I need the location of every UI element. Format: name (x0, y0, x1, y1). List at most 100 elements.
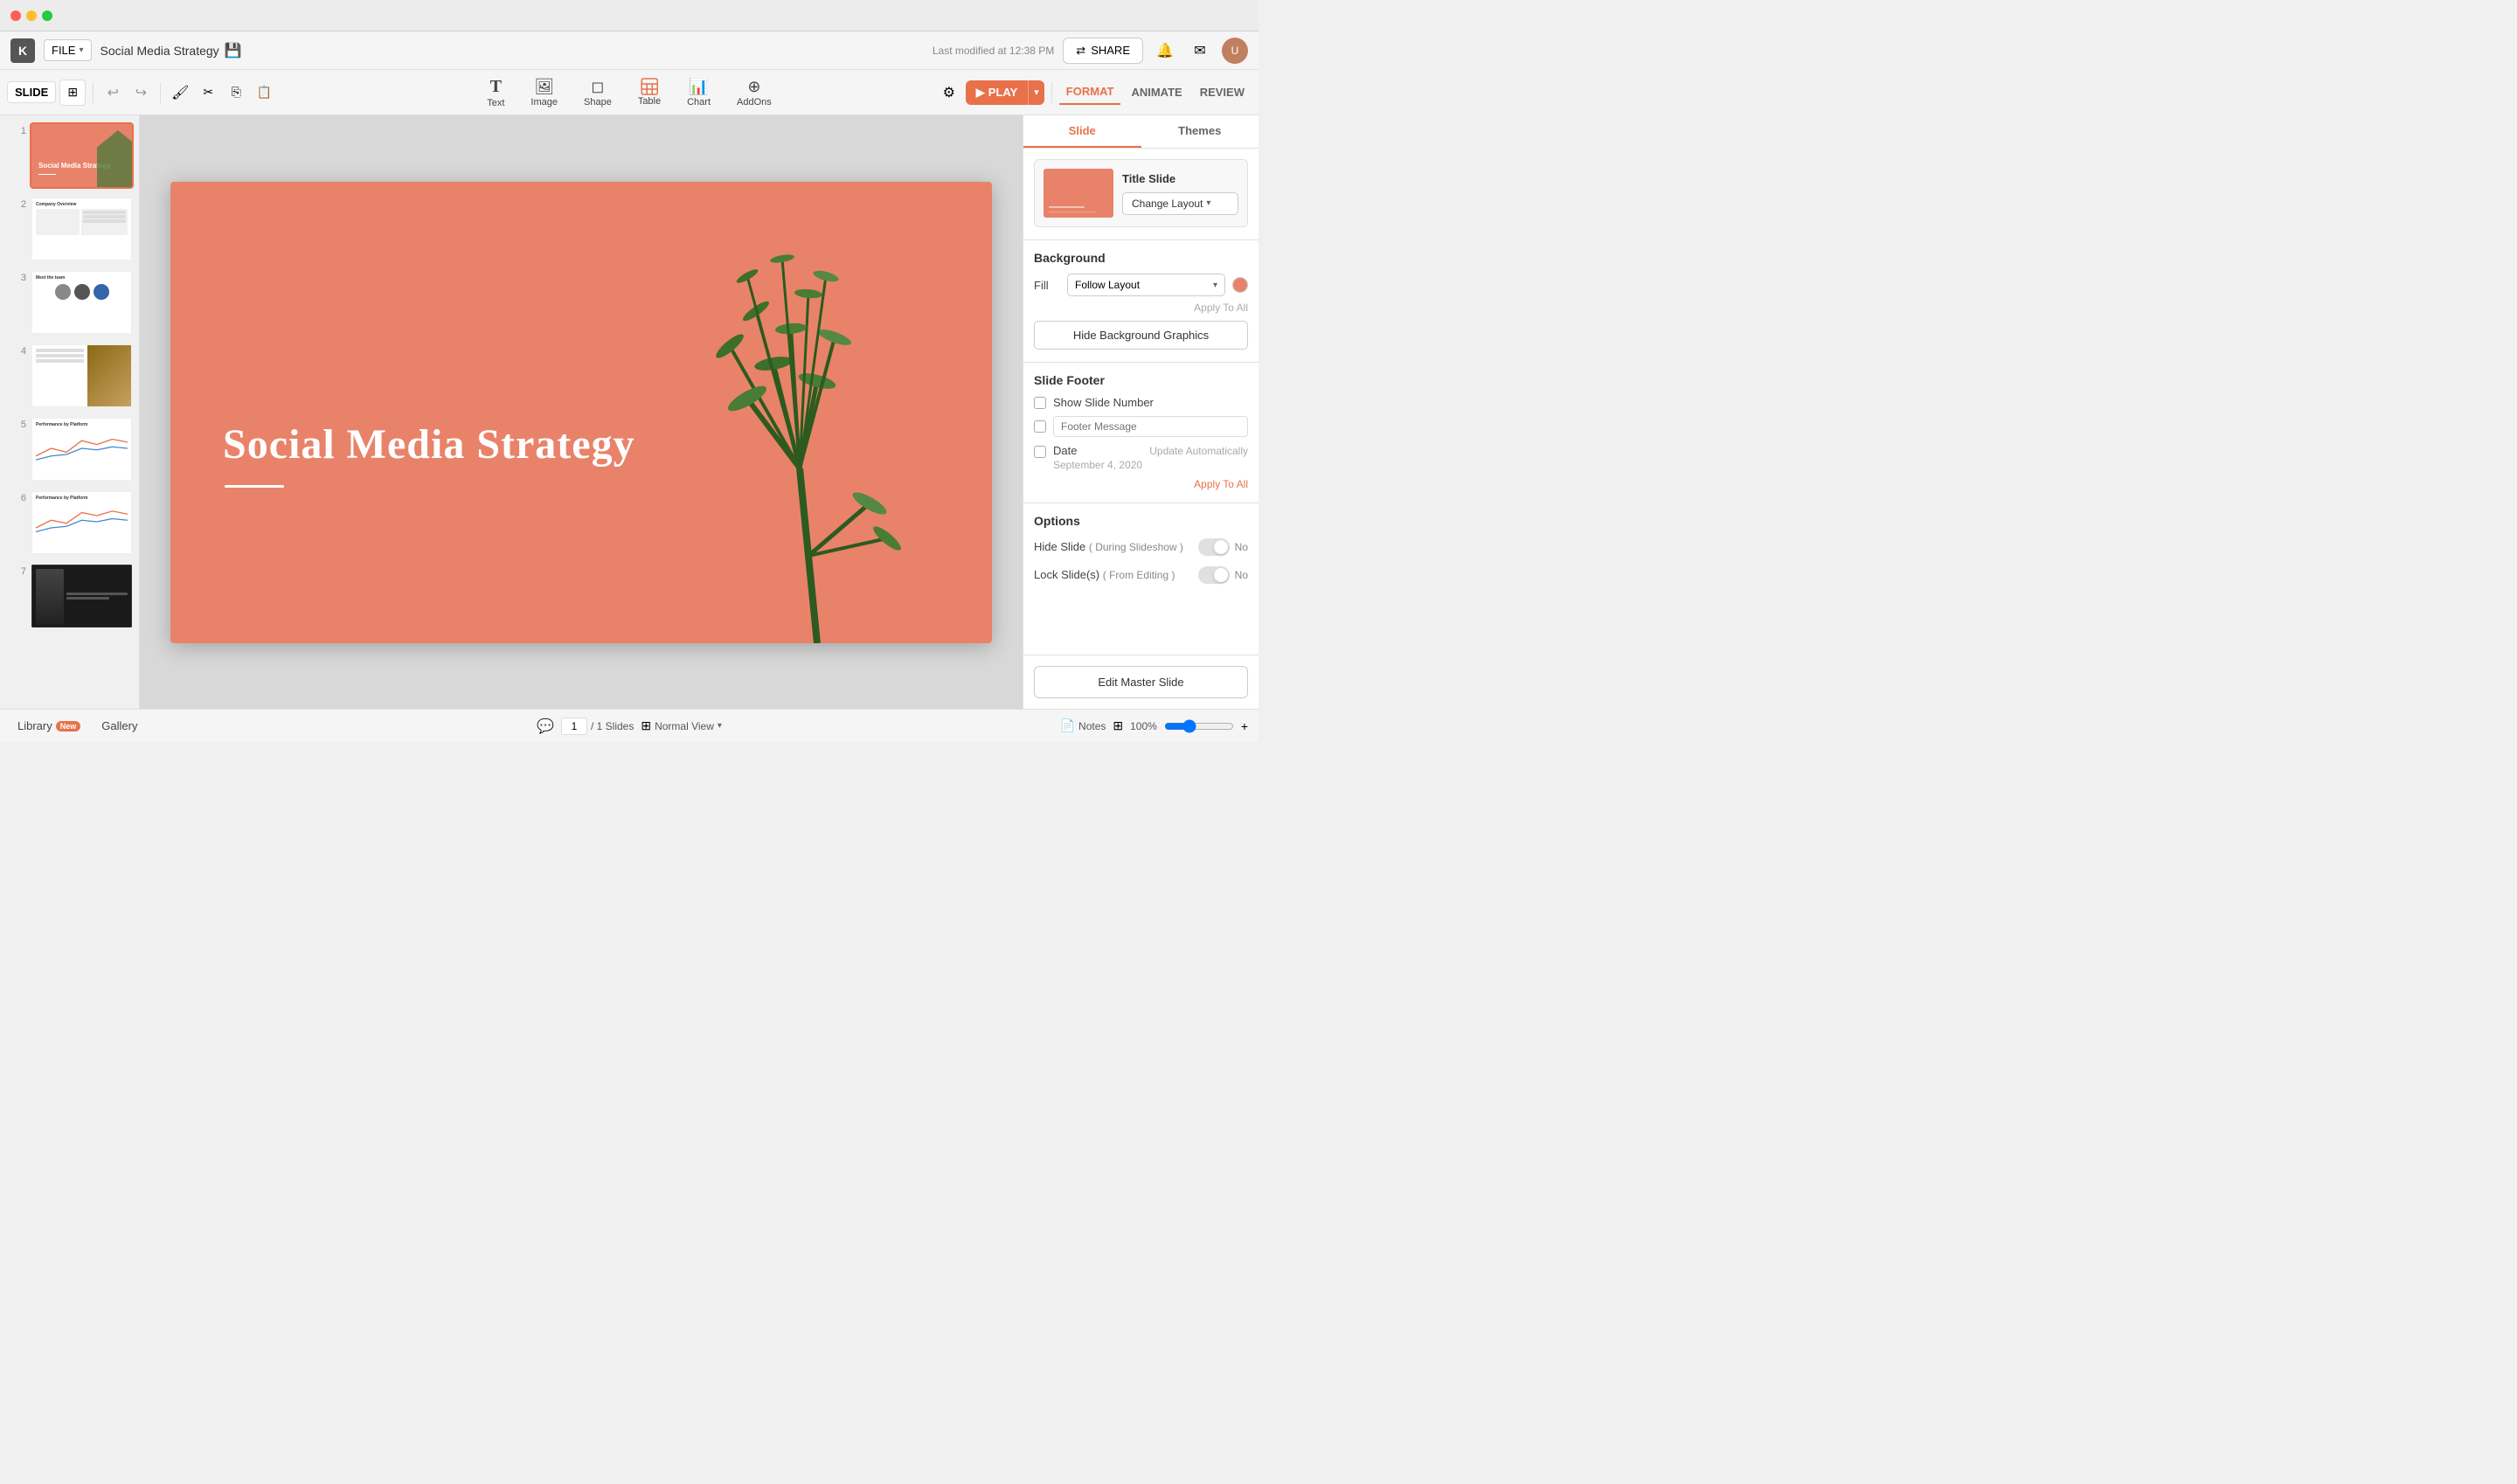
slide-3-thumb[interactable]: Meet the team (30, 269, 134, 336)
notifications-icon[interactable]: 🔔 (1152, 38, 1178, 64)
gallery-label: Gallery (101, 719, 137, 732)
slide-1-thumb[interactable]: Social Media Strategy (30, 122, 134, 189)
show-slide-number-checkbox[interactable] (1034, 397, 1046, 409)
follow-layout-select[interactable]: Follow Layout ▾ (1067, 274, 1225, 296)
hide-slide-toggle-label: No (1235, 541, 1248, 553)
zoom-slider[interactable] (1164, 719, 1234, 733)
slide-toggle[interactable]: SLIDE (7, 81, 56, 103)
slide-2-thumb[interactable]: Company Overview (30, 196, 134, 262)
slide-4-num: 4 (16, 346, 26, 357)
slide-canvas: Social Media Strategy (170, 182, 992, 643)
insert-table-btn[interactable]: Table (626, 74, 673, 110)
app-logo: K (10, 38, 35, 63)
slide-7-thumb[interactable] (30, 563, 134, 629)
view-mode-btn[interactable]: ⊞ Normal View ▾ (641, 718, 722, 733)
hide-background-graphics-btn[interactable]: Hide Background Graphics (1034, 321, 1248, 350)
slide-tab[interactable]: Slide (1023, 115, 1141, 148)
library-label: Library (17, 719, 52, 732)
lock-slide-label: Lock Slide(s) (1034, 568, 1103, 581)
plant-illustration (642, 189, 992, 643)
color-picker[interactable] (1232, 277, 1248, 293)
layout-title: Title Slide (1122, 172, 1238, 185)
view-label: Normal View (655, 720, 714, 732)
options-section: Options Hide Slide ( During Slideshow ) (1034, 514, 1248, 584)
slide-4-thumb[interactable] (30, 343, 134, 409)
hide-slide-sub: ( During Slideshow ) (1089, 541, 1183, 553)
redo-btn[interactable]: ↪ (128, 80, 153, 105)
format-panel: Slide Themes Title Slide Change Layout (1023, 115, 1258, 709)
lock-slide-toggle-label: No (1235, 569, 1248, 581)
new-badge: New (56, 721, 81, 732)
apply-to-all-orange-btn[interactable]: Apply To All (1034, 478, 1248, 490)
slide-5-num: 5 (16, 420, 26, 430)
grid-view-btn[interactable]: ⊞ (59, 80, 86, 106)
paste-btn[interactable]: 📋 (252, 80, 276, 105)
chat-btn[interactable]: 💬 (537, 718, 554, 735)
insert-chart-btn[interactable]: 📊 Chart (675, 74, 723, 111)
themes-tab[interactable]: Themes (1141, 115, 1259, 148)
change-layout-button[interactable]: Change Layout ▾ (1122, 192, 1238, 215)
review-tab[interactable]: REVIEW (1193, 80, 1252, 104)
share-button[interactable]: ⇄ SHARE (1063, 38, 1143, 64)
lock-slide-sub: ( From Editing ) (1103, 569, 1175, 581)
main-toolbar: SLIDE ⊞ ↩ ↪ 🖌 ✂ ⎘ 📋 T Text 🖼 Image ◻ Sha… (0, 70, 1258, 115)
insert-text-btn[interactable]: T Text (475, 73, 517, 112)
fill-label: Fill (1034, 279, 1060, 292)
grid-view-icon[interactable]: ⊞ (1113, 718, 1123, 733)
library-tab[interactable]: Library New (10, 716, 87, 736)
cut-btn[interactable]: ✂ (196, 80, 220, 105)
slide-5-thumb[interactable]: Performance by Platform (30, 416, 134, 482)
file-button[interactable]: FILE ▾ (44, 39, 92, 61)
slide-divider (225, 485, 284, 488)
doc-title: Social Media Strategy 💾 (101, 42, 242, 59)
date-value: September 4, 2020 (1053, 459, 1248, 471)
notes-btn[interactable]: 📄 Notes (1060, 718, 1106, 733)
undo-btn[interactable]: ↩ (101, 80, 125, 105)
total-slides: / 1 Slides (591, 720, 634, 732)
mail-icon[interactable]: ✉ (1187, 38, 1213, 64)
avatar[interactable]: U (1222, 38, 1248, 64)
bottom-bar: Library New Gallery 💬 / 1 Slides ⊞ Norma… (0, 709, 1258, 742)
slide-title: Social Media Strategy (223, 420, 635, 468)
slide-2-num: 2 (16, 199, 26, 210)
zoom-label: 100% (1130, 720, 1157, 732)
edit-master-slide-btn[interactable]: Edit Master Slide (1034, 666, 1248, 698)
traffic-light-yellow[interactable] (26, 10, 37, 21)
update-auto-label: Update Automatically (1149, 445, 1248, 457)
apply-to-all-label[interactable]: Apply To All (1034, 302, 1248, 314)
layout-thumbnail (1044, 169, 1113, 218)
settings-icon[interactable]: ⚙ (936, 80, 962, 106)
hide-slide-label: Hide Slide (1034, 540, 1089, 553)
last-modified: Last modified at 12:38 PM (933, 45, 1054, 57)
play-button[interactable]: ▶ PLAY (966, 80, 1028, 105)
insert-addons-btn[interactable]: ⊕ AddOns (725, 74, 784, 111)
slide-3-num: 3 (16, 273, 26, 283)
slide-footer-section: Slide Footer Show Slide Number (1034, 373, 1248, 490)
background-section: Background Fill Follow Layout ▾ Apply To… (1034, 251, 1248, 362)
play-caret[interactable]: ▾ (1028, 80, 1044, 105)
traffic-lights (10, 10, 52, 21)
insert-image-btn[interactable]: 🖼 Image (518, 74, 570, 111)
notes-label: Notes (1078, 720, 1106, 732)
copy-btn[interactable]: ⎘ (224, 80, 248, 105)
slide-number-input[interactable] (561, 718, 587, 735)
date-label: Date (1053, 444, 1077, 457)
animate-tab[interactable]: ANIMATE (1124, 80, 1189, 104)
slide-1-num: 1 (16, 126, 26, 136)
gallery-tab[interactable]: Gallery (94, 715, 144, 738)
date-checkbox[interactable] (1034, 446, 1046, 458)
traffic-light-green[interactable] (42, 10, 52, 21)
insert-shape-btn[interactable]: ◻ Shape (572, 74, 624, 111)
hide-slide-toggle[interactable]: No (1198, 538, 1248, 556)
slide-panel: 1 Social Media Strategy 2 Company Overvi… (0, 115, 140, 709)
format-tab[interactable]: FORMAT (1059, 80, 1121, 105)
traffic-light-red[interactable] (10, 10, 21, 21)
layout-preview: Title Slide Change Layout ▾ (1034, 159, 1248, 227)
show-slide-number-label: Show Slide Number (1053, 396, 1154, 409)
canvas-area: Social Media Strategy (140, 115, 1023, 709)
footer-message-checkbox[interactable] (1034, 420, 1046, 433)
slide-6-thumb[interactable]: Performance by Platform (30, 489, 134, 556)
lock-slide-toggle[interactable]: No (1198, 566, 1248, 584)
footer-message-input[interactable] (1053, 416, 1248, 437)
format-paint-btn[interactable]: 🖌 (168, 80, 192, 105)
